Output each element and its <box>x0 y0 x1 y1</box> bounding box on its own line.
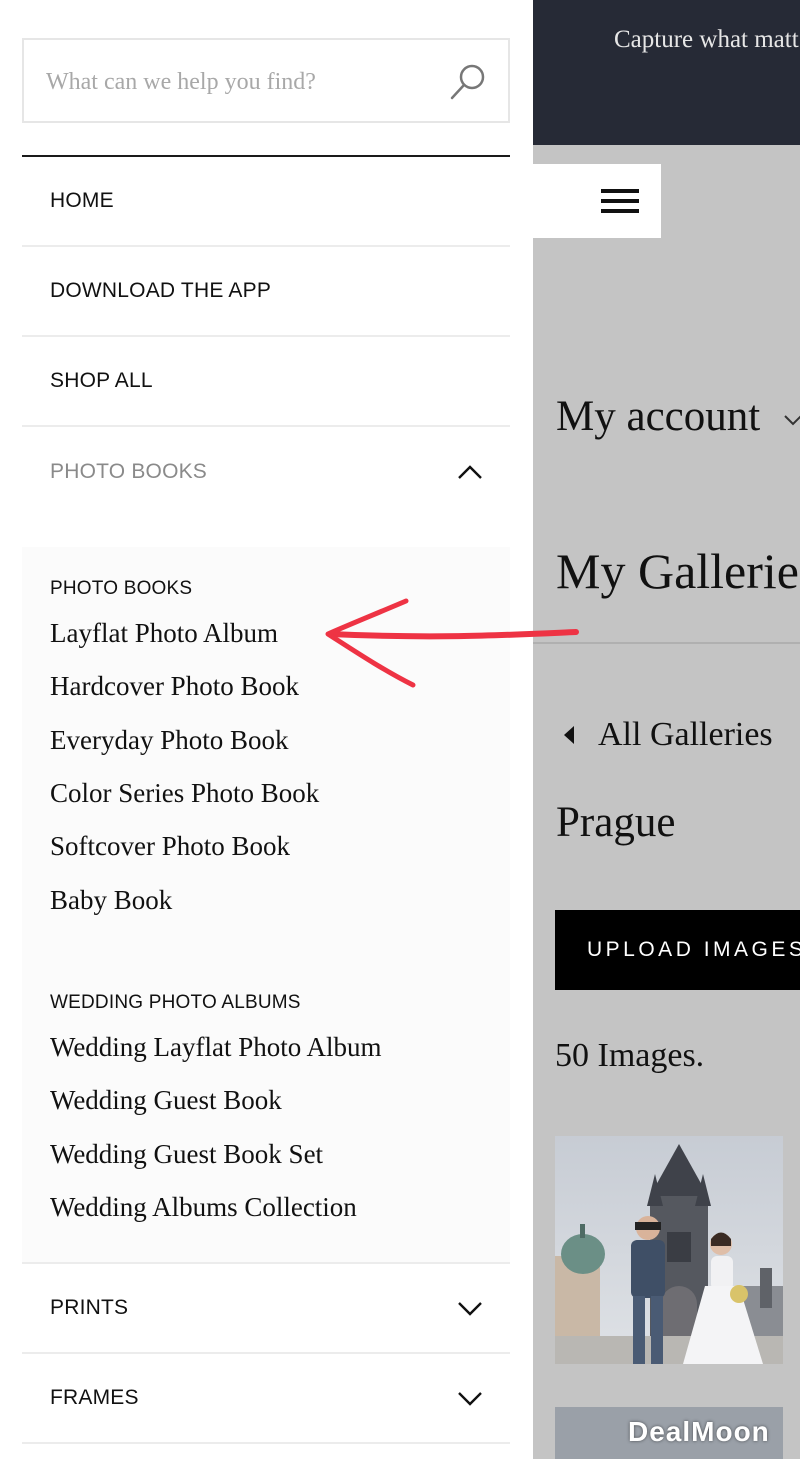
nav-item-home[interactable]: HOME <box>22 157 510 247</box>
submenu-item[interactable]: Softcover Photo Book <box>50 831 290 862</box>
gallery-title: Prague <box>556 799 676 846</box>
nav-item-label: SHOP ALL <box>50 369 153 392</box>
upload-images-label: UPLOAD IMAGES <box>587 938 800 961</box>
nav-item-photo-books[interactable]: PHOTO BOOKS <box>22 427 510 517</box>
banner-text: Capture what matt <box>614 26 799 53</box>
submenu-heading: PHOTO BOOKS <box>50 578 193 599</box>
nav-item-shop-all[interactable]: SHOP ALL <box>22 337 510 427</box>
background-page: Capture what matt My account My Gallerie… <box>533 0 800 1459</box>
search-box <box>22 38 510 123</box>
nav-item-label: PRINTS <box>50 1296 129 1319</box>
nav-drawer: HOME DOWNLOAD THE APP SHOP ALL PHOTO BOO… <box>0 0 533 1459</box>
watermark-logo: DealMoon <box>628 1416 770 1447</box>
submenu-item[interactable]: Color Series Photo Book <box>50 778 319 809</box>
submenu-item[interactable]: Hardcover Photo Book <box>50 671 299 702</box>
wedding-photo-image <box>555 1136 783 1364</box>
caret-left-icon <box>564 726 574 744</box>
nav-item-label: DOWNLOAD THE APP <box>50 279 272 302</box>
search-input[interactable] <box>46 62 436 102</box>
nav-item-label: FRAMES <box>50 1386 139 1409</box>
hamburger-icon <box>601 189 639 213</box>
page-title: My Galleries <box>556 543 800 599</box>
submenu-item[interactable]: Baby Book <box>50 885 172 916</box>
submenu-item[interactable]: Wedding Guest Book Set <box>50 1139 323 1170</box>
menu-toggle-button[interactable] <box>533 164 661 238</box>
my-account-menu[interactable]: My account <box>556 392 760 441</box>
submenu-item[interactable]: Everyday Photo Book <box>50 725 288 756</box>
submenu-heading: WEDDING PHOTO ALBUMS <box>50 992 301 1013</box>
annotation-arrow-icon <box>325 598 579 688</box>
upload-images-button[interactable]: UPLOAD IMAGES <box>555 910 800 990</box>
nav-item-label: HOME <box>50 189 114 212</box>
submenu-item[interactable]: Wedding Albums Collection <box>50 1192 357 1223</box>
submenu-item[interactable]: Wedding Layflat Photo Album <box>50 1032 382 1063</box>
nav-item-label: PHOTO BOOKS <box>50 460 208 483</box>
submenu-item[interactable]: Layflat Photo Album <box>50 618 278 649</box>
promo-banner: Capture what matt <box>533 0 800 145</box>
nav-item-frames[interactable]: FRAMES <box>22 1354 510 1444</box>
nav-item-download-app[interactable]: DOWNLOAD THE APP <box>22 247 510 337</box>
all-galleries-label: All Galleries <box>598 716 773 753</box>
chevron-down-icon <box>784 415 800 426</box>
image-count: 50 Images. <box>555 1037 705 1074</box>
submenu-item[interactable]: Wedding Guest Book <box>50 1085 282 1116</box>
chevron-down-icon <box>458 1302 482 1316</box>
chevron-up-icon <box>458 465 482 479</box>
gallery-photo-thumbnail[interactable] <box>555 1136 783 1364</box>
nav-item-prints[interactable]: PRINTS <box>22 1262 510 1354</box>
chevron-down-icon <box>458 1392 482 1406</box>
search-icon[interactable] <box>448 62 488 102</box>
all-galleries-link[interactable]: All Galleries <box>562 713 773 757</box>
